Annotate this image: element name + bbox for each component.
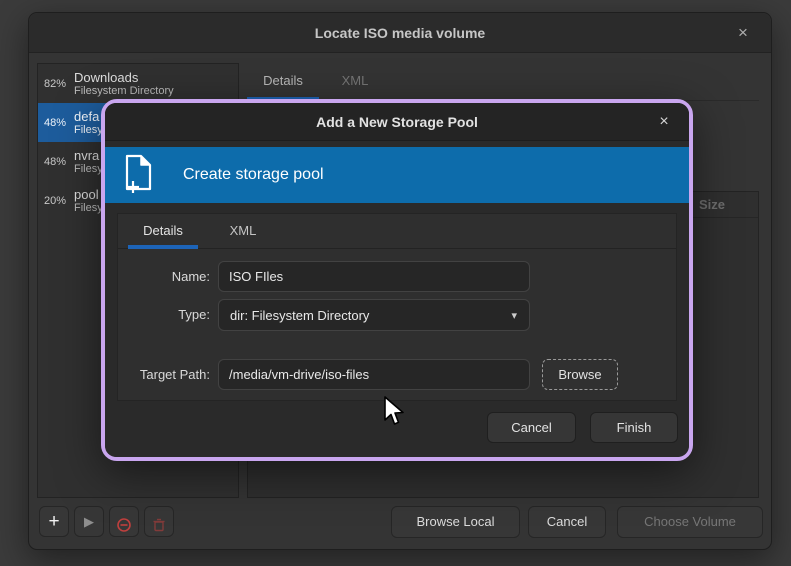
type-label: Type: bbox=[110, 299, 210, 330]
dialog-finish-button[interactable]: Finish bbox=[590, 412, 678, 443]
delete-pool-button[interactable] bbox=[144, 506, 174, 537]
window-titlebar: Locate ISO media volume × bbox=[29, 13, 771, 53]
name-input[interactable] bbox=[218, 261, 530, 292]
pool-usage-percent: 20% bbox=[44, 195, 74, 207]
choose-volume-button[interactable]: Choose Volume bbox=[617, 506, 763, 538]
pool-usage-percent: 48% bbox=[44, 117, 74, 129]
banner-label: Create storage pool bbox=[183, 166, 324, 184]
pool-name: nvra bbox=[74, 148, 103, 163]
mouse-cursor bbox=[383, 396, 407, 433]
stop-pool-button[interactable] bbox=[109, 506, 139, 537]
screen: Locate ISO media volume × 82% Downloads … bbox=[0, 0, 791, 566]
pool-usage-percent: 82% bbox=[44, 78, 74, 90]
size-column-header[interactable]: Size bbox=[699, 192, 725, 218]
dialog-cancel-button[interactable]: Cancel bbox=[487, 412, 576, 443]
browse-local-button[interactable]: Browse Local bbox=[391, 506, 520, 538]
tab-xml[interactable]: XML bbox=[319, 63, 391, 100]
pool-detail-tabs: Details XML bbox=[247, 63, 759, 101]
create-pool-banner: Create storage pool bbox=[105, 147, 689, 203]
type-dropdown[interactable]: dir: Filesystem Directory ▾ bbox=[218, 299, 530, 331]
dialog-titlebar: Add a New Storage Pool × bbox=[105, 103, 689, 141]
window-cancel-button[interactable]: Cancel bbox=[528, 506, 606, 538]
new-document-icon bbox=[123, 153, 155, 198]
dialog-tab-xml[interactable]: XML bbox=[212, 214, 274, 248]
pool-name: pool bbox=[74, 187, 103, 202]
play-icon: ▶ bbox=[75, 507, 103, 536]
pool-type: Filesy bbox=[74, 163, 103, 176]
window-title: Locate ISO media volume bbox=[29, 13, 771, 53]
chevron-down-icon: ▾ bbox=[511, 309, 517, 322]
dialog-tabs: Details XML bbox=[118, 214, 676, 249]
pool-type: Filesystem Directory bbox=[74, 85, 174, 98]
start-pool-button[interactable]: ▶ bbox=[74, 506, 104, 537]
pool-type: Filesy bbox=[74, 124, 103, 137]
dialog-tab-details[interactable]: Details bbox=[128, 214, 198, 248]
type-selected-value: dir: Filesystem Directory bbox=[230, 308, 511, 323]
pool-type: Filesy bbox=[74, 202, 103, 215]
browse-button[interactable]: Browse bbox=[542, 359, 618, 390]
plus-icon: + bbox=[40, 507, 68, 536]
dialog-title: Add a New Storage Pool bbox=[105, 103, 689, 141]
add-pool-button[interactable]: + bbox=[39, 506, 69, 537]
stop-icon bbox=[110, 507, 138, 543]
window-close-icon[interactable]: × bbox=[731, 13, 755, 53]
pool-row-downloads[interactable]: 82% Downloads Filesystem Directory bbox=[38, 64, 238, 103]
pool-usage-percent: 48% bbox=[44, 156, 74, 168]
trash-icon bbox=[145, 507, 173, 543]
tab-details[interactable]: Details bbox=[247, 63, 319, 100]
target-path-input[interactable] bbox=[218, 359, 530, 390]
dialog-close-icon[interactable]: × bbox=[653, 103, 675, 141]
pool-name: Downloads bbox=[74, 70, 174, 85]
pool-name: defa bbox=[74, 109, 103, 124]
target-path-label: Target Path: bbox=[110, 359, 210, 390]
name-label: Name: bbox=[110, 261, 210, 292]
